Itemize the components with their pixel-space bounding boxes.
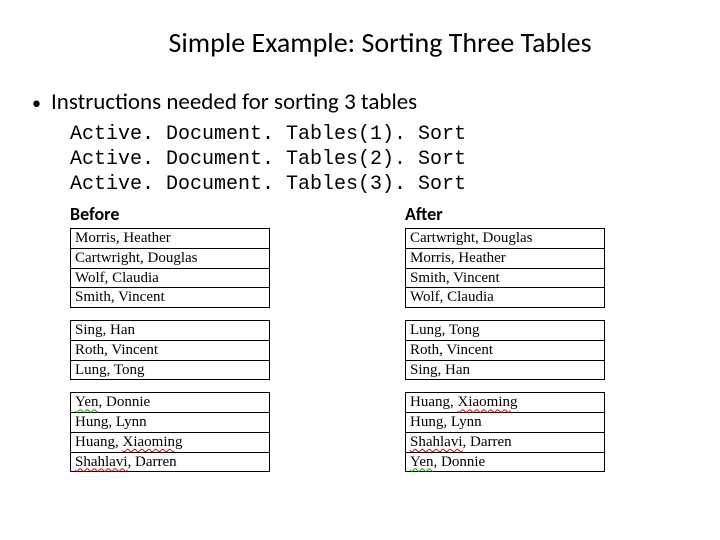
spell-marker: Xiaoming: [123, 434, 183, 450]
after-table-1: Cartwright, Douglas Morris, Heather Smit…: [405, 228, 605, 308]
table-row: Lung, Tong: [71, 360, 270, 380]
table-row: Yen, Donnie: [71, 393, 270, 413]
cell: Huang, Xiaoming: [406, 393, 605, 413]
table-row: Huang, Xiaoming: [406, 393, 605, 413]
table-row: Sing, Han: [71, 321, 270, 341]
cell: Cartwright, Douglas: [71, 248, 270, 268]
table-row: Sing, Han: [406, 360, 605, 380]
cell-text: Huang,: [410, 394, 458, 410]
table-row: Roth, Vincent: [71, 340, 270, 360]
cell: Wolf, Claudia: [71, 268, 270, 288]
cell-text: Huang,: [75, 434, 123, 450]
bullet-icon: •: [32, 94, 41, 112]
table-row: Lung, Tong: [406, 321, 605, 341]
cell: Morris, Heather: [71, 229, 270, 249]
table-row: Morris, Heather: [71, 229, 270, 249]
cell: Yen, Donnie: [406, 452, 605, 472]
cell: Yen, Donnie: [71, 393, 270, 413]
table-row: Hung, Lynn: [406, 413, 605, 433]
before-column: Before Morris, Heather Cartwright, Dougl…: [70, 203, 335, 484]
cell: Smith, Vincent: [406, 268, 605, 288]
before-table-1: Morris, Heather Cartwright, Douglas Wolf…: [70, 228, 270, 308]
cell: Hung, Lynn: [406, 413, 605, 433]
table-row: Smith, Vincent: [71, 288, 270, 308]
after-table-2: Lung, Tong Roth, Vincent Sing, Han: [405, 320, 605, 380]
cell: Wolf, Claudia: [406, 288, 605, 308]
cell: Roth, Vincent: [406, 340, 605, 360]
code-line-3: Active. Document. Tables(3). Sort: [70, 172, 690, 197]
after-column: After Cartwright, Douglas Morris, Heathe…: [405, 203, 670, 484]
table-row: Smith, Vincent: [406, 268, 605, 288]
code-line-1: Active. Document. Tables(1). Sort: [70, 122, 690, 147]
code-line-2: Active. Document. Tables(2). Sort: [70, 147, 690, 172]
cell: Cartwright, Douglas: [406, 229, 605, 249]
before-table-3: Yen, Donnie Hung, Lynn Huang, Xiaoming S…: [70, 392, 270, 472]
table-row: Wolf, Claudia: [71, 268, 270, 288]
cell: Hung, Lynn: [71, 413, 270, 433]
cell-text: , Donnie: [99, 394, 151, 410]
after-table-3: Huang, Xiaoming Hung, Lynn Shahlavi, Dar…: [405, 392, 605, 472]
before-header: Before: [70, 203, 335, 225]
cell: Roth, Vincent: [71, 340, 270, 360]
bullet-item: • Instructions needed for sorting 3 tabl…: [32, 88, 690, 116]
bullet-text: Instructions needed for sorting 3 tables: [51, 88, 417, 116]
cell: Lung, Tong: [406, 321, 605, 341]
proof-marker: Yen: [410, 454, 434, 470]
table-row: Morris, Heather: [406, 248, 605, 268]
cell: Huang, Xiaoming: [71, 432, 270, 452]
table-row: Shahlavi, Darren: [406, 432, 605, 452]
cell: Shahlavi, Darren: [406, 432, 605, 452]
after-header: After: [405, 203, 670, 225]
cell: Smith, Vincent: [71, 288, 270, 308]
table-row: Hung, Lynn: [71, 413, 270, 433]
table-row: Roth, Vincent: [406, 340, 605, 360]
cell-text: , Donnie: [434, 454, 486, 470]
table-row: Huang, Xiaoming: [71, 432, 270, 452]
cell: Sing, Han: [406, 360, 605, 380]
columns-wrapper: Before Morris, Heather Cartwright, Dougl…: [70, 203, 690, 484]
table-row: Yen, Donnie: [406, 452, 605, 472]
table-row: Wolf, Claudia: [406, 288, 605, 308]
before-table-2: Sing, Han Roth, Vincent Lung, Tong: [70, 320, 270, 380]
cell: Shahlavi, Darren: [71, 452, 270, 472]
cell-text: , Darren: [463, 434, 512, 450]
table-row: Cartwright, Douglas: [406, 229, 605, 249]
cell: Lung, Tong: [71, 360, 270, 380]
code-block: Active. Document. Tables(1). Sort Active…: [70, 122, 690, 197]
spell-marker: Xiaoming: [458, 394, 518, 410]
slide-title: Simple Example: Sorting Three Tables: [30, 25, 690, 60]
proof-marker: Yen: [75, 394, 99, 410]
table-row: Shahlavi, Darren: [71, 452, 270, 472]
spell-marker: Shahlavi: [410, 434, 463, 450]
cell: Morris, Heather: [406, 248, 605, 268]
spell-marker: Shahlavi: [75, 454, 128, 470]
table-row: Cartwright, Douglas: [71, 248, 270, 268]
cell: Sing, Han: [71, 321, 270, 341]
cell-text: , Darren: [128, 454, 177, 470]
